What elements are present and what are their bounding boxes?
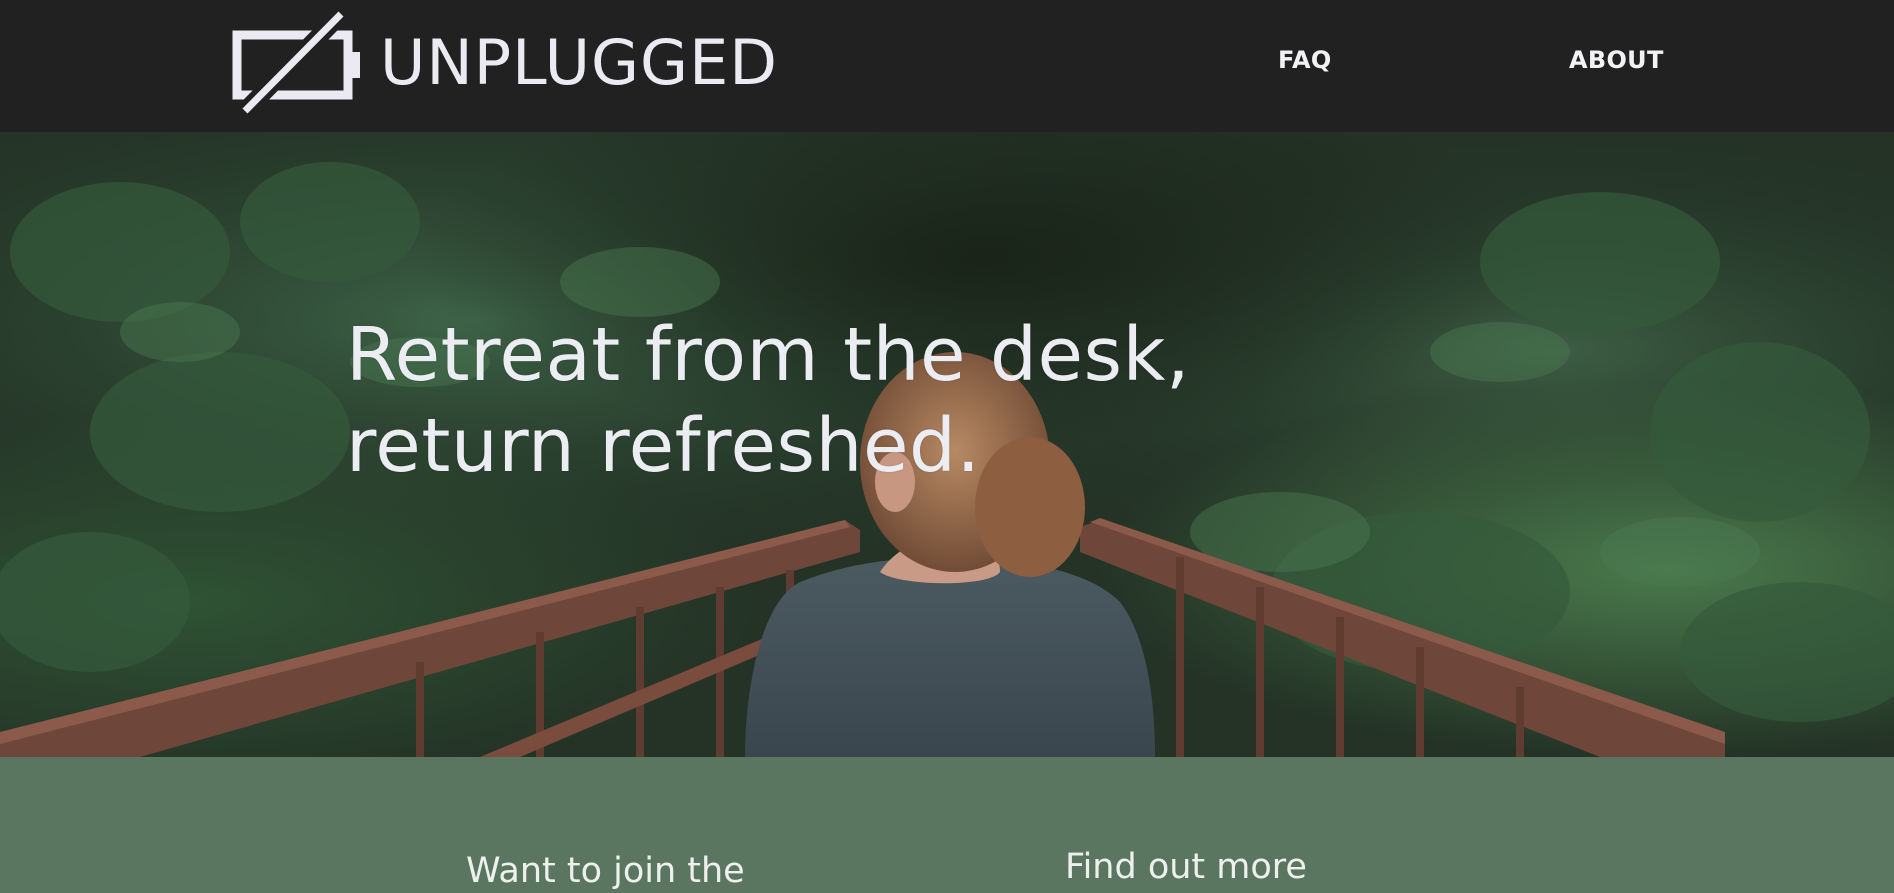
nav-faq-link[interactable]: FAQ — [1278, 46, 1332, 74]
brand-name: UNPLUGGED — [380, 25, 778, 99]
battery-off-icon — [232, 10, 360, 115]
find-out-more-heading: Find out more — [1065, 847, 1307, 887]
nav-about-link[interactable]: ABOUT — [1569, 46, 1664, 74]
join-heading: Want to join the — [466, 851, 745, 891]
hero-headline-line2: return refreshed. — [346, 403, 981, 489]
info-section: Want to join the Find out more — [0, 757, 1894, 892]
brand-logo[interactable]: UNPLUGGED — [232, 10, 778, 115]
hero-section: Retreat from the desk, return refreshed. — [0, 132, 1894, 757]
site-header: UNPLUGGED FAQ ABOUT — [0, 0, 1894, 132]
hero-headline: Retreat from the desk, return refreshed. — [346, 310, 1246, 492]
hero-headline-line1: Retreat from the desk, — [346, 312, 1190, 398]
